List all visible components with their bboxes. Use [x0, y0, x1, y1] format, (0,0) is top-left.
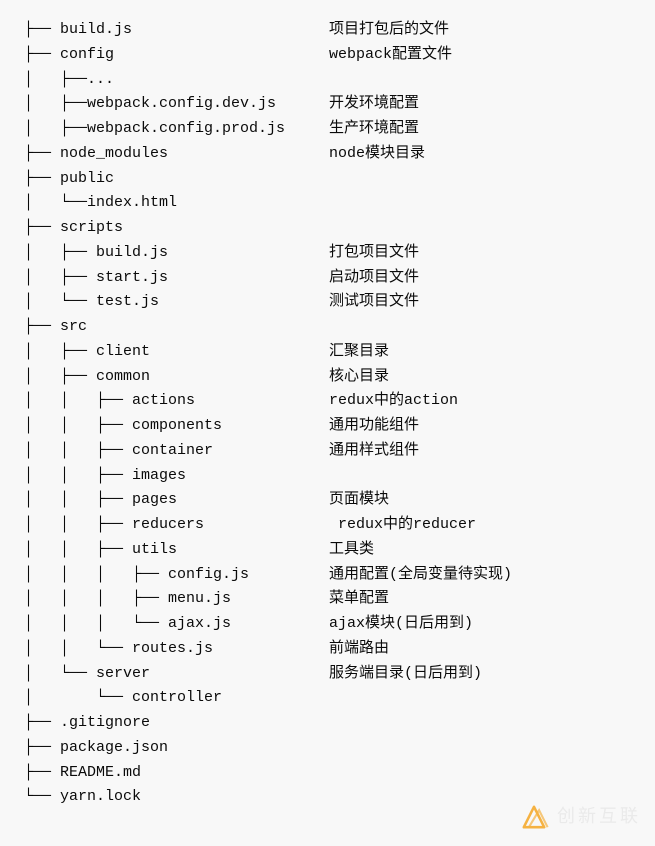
tree-structure: └── yarn.lock — [24, 785, 329, 810]
tree-row: │ │ ├── images — [24, 464, 655, 489]
tree-row: │ ├── client汇聚目录 — [24, 340, 655, 365]
tree-structure: │ │ ├── reducers — [24, 513, 329, 538]
tree-row: │ │ │ ├── menu.js菜单配置 — [24, 587, 655, 612]
watermark-logo-icon — [517, 800, 551, 834]
tree-description: 生产环境配置 — [329, 117, 419, 142]
tree-row: ├── .gitignore — [24, 711, 655, 736]
watermark: 创新互联 — [517, 800, 641, 834]
tree-structure: │ └── server — [24, 662, 329, 687]
tree-row: │ │ ├── components通用功能组件 — [24, 414, 655, 439]
tree-row: ├── public — [24, 167, 655, 192]
tree-description: 页面模块 — [329, 488, 389, 513]
tree-structure: │ ├──webpack.config.prod.js — [24, 117, 329, 142]
tree-structure: │ │ ├── actions — [24, 389, 329, 414]
tree-structure: │ ├──webpack.config.dev.js — [24, 92, 329, 117]
tree-row: │ └── controller — [24, 686, 655, 711]
tree-structure: │ │ │ └── ajax.js — [24, 612, 329, 637]
tree-description: 项目打包后的文件 — [329, 18, 449, 43]
tree-description: redux中的reducer — [329, 513, 476, 538]
tree-structure: │ │ │ ├── config.js — [24, 563, 329, 588]
directory-tree: ├── build.js项目打包后的文件├── configwebpack配置文… — [24, 18, 655, 810]
tree-description: 通用样式组件 — [329, 439, 419, 464]
tree-structure: │ └── controller — [24, 686, 329, 711]
tree-structure: │ │ ├── images — [24, 464, 329, 489]
tree-structure: │ │ ├── pages — [24, 488, 329, 513]
tree-description: 服务端目录(日后用到) — [329, 662, 482, 687]
tree-row: ├── configwebpack配置文件 — [24, 43, 655, 68]
tree-row: │ ├── build.js打包项目文件 — [24, 241, 655, 266]
tree-structure: ├── package.json — [24, 736, 329, 761]
tree-structure: ├── node_modules — [24, 142, 329, 167]
tree-structure: │ └──index.html — [24, 191, 329, 216]
tree-structure: ├── scripts — [24, 216, 329, 241]
tree-structure: ├── public — [24, 167, 329, 192]
tree-row: ├── README.md — [24, 761, 655, 786]
tree-row: │ │ ├── pages页面模块 — [24, 488, 655, 513]
tree-description: 汇聚目录 — [329, 340, 389, 365]
tree-description: node模块目录 — [329, 142, 425, 167]
tree-row: │ │ ├── actionsredux中的action — [24, 389, 655, 414]
tree-description: 菜单配置 — [329, 587, 389, 612]
tree-row: │ │ │ └── ajax.jsajax模块(日后用到) — [24, 612, 655, 637]
watermark-text: 创新互联 — [557, 802, 641, 832]
tree-structure: │ ├── build.js — [24, 241, 329, 266]
tree-description: 核心目录 — [329, 365, 389, 390]
tree-row: │ └── test.js测试项目文件 — [24, 290, 655, 315]
tree-structure: ├── src — [24, 315, 329, 340]
tree-row: │ │ ├── reducers redux中的reducer — [24, 513, 655, 538]
tree-row: │ │ └── routes.js前端路由 — [24, 637, 655, 662]
tree-structure: ├── build.js — [24, 18, 329, 43]
tree-row: │ ├──webpack.config.prod.js生产环境配置 — [24, 117, 655, 142]
tree-row: │ └── server服务端目录(日后用到) — [24, 662, 655, 687]
tree-description: ajax模块(日后用到) — [329, 612, 473, 637]
tree-structure: │ ├── client — [24, 340, 329, 365]
tree-row: │ │ ├── container通用样式组件 — [24, 439, 655, 464]
tree-description: 启动项目文件 — [329, 266, 419, 291]
tree-description: 工具类 — [329, 538, 374, 563]
tree-structure: ├── config — [24, 43, 329, 68]
tree-row: ├── scripts — [24, 216, 655, 241]
tree-structure: ├── README.md — [24, 761, 329, 786]
tree-structure: ├── .gitignore — [24, 711, 329, 736]
tree-row: │ ├──webpack.config.dev.js开发环境配置 — [24, 92, 655, 117]
tree-description: 前端路由 — [329, 637, 389, 662]
tree-row: │ ├──... — [24, 68, 655, 93]
tree-description: 通用配置(全局变量待实现) — [329, 563, 512, 588]
tree-structure: │ │ ├── utils — [24, 538, 329, 563]
tree-row: │ │ │ ├── config.js通用配置(全局变量待实现) — [24, 563, 655, 588]
tree-structure: │ ├── common — [24, 365, 329, 390]
tree-description: webpack配置文件 — [329, 43, 452, 68]
tree-row: ├── build.js项目打包后的文件 — [24, 18, 655, 43]
tree-row: ├── node_modulesnode模块目录 — [24, 142, 655, 167]
tree-row: │ ├── common核心目录 — [24, 365, 655, 390]
tree-structure: │ ├── start.js — [24, 266, 329, 291]
tree-row: │ │ ├── utils工具类 — [24, 538, 655, 563]
tree-row: ├── src — [24, 315, 655, 340]
tree-structure: │ │ │ ├── menu.js — [24, 587, 329, 612]
tree-description: 打包项目文件 — [329, 241, 419, 266]
tree-structure: │ └── test.js — [24, 290, 329, 315]
tree-row: │ └──index.html — [24, 191, 655, 216]
tree-row: ├── package.json — [24, 736, 655, 761]
tree-description: 测试项目文件 — [329, 290, 419, 315]
tree-row: │ ├── start.js启动项目文件 — [24, 266, 655, 291]
tree-structure: │ │ ├── components — [24, 414, 329, 439]
tree-description: redux中的action — [329, 389, 458, 414]
tree-description: 通用功能组件 — [329, 414, 419, 439]
tree-structure: │ │ └── routes.js — [24, 637, 329, 662]
tree-description: 开发环境配置 — [329, 92, 419, 117]
tree-structure: │ │ ├── container — [24, 439, 329, 464]
tree-structure: │ ├──... — [24, 68, 329, 93]
